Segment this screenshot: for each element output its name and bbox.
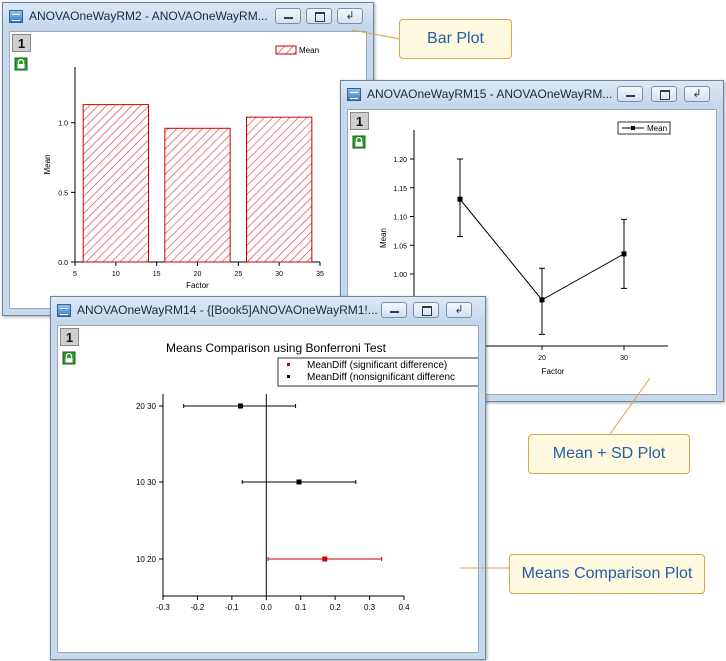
y-tick-label: 1.05: [393, 243, 407, 250]
means-comparison-titlebar[interactable]: ANOVAOneWayRM14 - {[Book5]ANOVAOneWayRM1…: [51, 297, 485, 325]
x-tick-label: 5: [73, 271, 77, 278]
y-tick-label: 10 30: [136, 478, 157, 487]
y-axis-label: Mean: [379, 228, 388, 248]
legend-label: Mean: [299, 46, 319, 55]
minimize-button[interactable]: [617, 86, 643, 102]
bar-chart: 5 10 15 20 25 30 35 0.0 0.5 1.0 Factor Mean Mean: [43, 45, 324, 290]
restore-button[interactable]: ↲: [337, 8, 363, 24]
bar: [82, 104, 149, 263]
legend-label: Mean: [647, 124, 667, 133]
minimize-button[interactable]: [275, 8, 301, 24]
means-comparison-window[interactable]: ANOVAOneWayRM14 - {[Book5]ANOVAOneWayRM1…: [50, 296, 486, 660]
legend-label-significant: MeanDiff (significant difference): [307, 360, 447, 371]
mean-sd-plot-callout: Mean + SD Plot: [528, 434, 690, 474]
x-tick-label: 15: [153, 271, 161, 278]
x-tick-label: 0.3: [364, 603, 376, 612]
graph-window-icon: [9, 10, 23, 23]
means-comparison-callout: Means Comparison Plot: [509, 554, 705, 594]
x-tick-label: 30: [620, 355, 628, 362]
y-tick-label: 1.0: [58, 121, 68, 128]
bar: [246, 116, 313, 263]
mean-sd-plot-window-title: ANOVAOneWayRM15 - ANOVAOneWayRM...: [367, 87, 613, 101]
data-point: [621, 251, 627, 257]
x-tick-label: -0.1: [225, 603, 239, 612]
y-tick-label: 1.00: [393, 272, 407, 279]
data-point: [457, 196, 463, 202]
bar-plot-callout: Bar Plot: [399, 19, 512, 59]
legend-marker-nonsignificant: [287, 375, 290, 378]
y-tick-label: 0.0: [58, 260, 68, 267]
bar-plot-graph-page[interactable]: 1 5 10 15 20 25 30 35 0.0 0.5 1.0 Factor Mean Mean: [9, 31, 367, 309]
x-tick-label: -0.3: [156, 603, 170, 612]
chart-title: Means Comparison using Bonferroni Test: [166, 341, 387, 355]
x-tick-label: 20: [194, 271, 202, 278]
x-tick-label: 0.0: [261, 603, 273, 612]
restore-button[interactable]: ↲: [684, 86, 710, 102]
bar-plot-window[interactable]: ANOVAOneWayRM2 - ANOVAOneWayRM... ↲ 1 51…: [2, 2, 374, 316]
y-axis-label: Mean: [43, 154, 52, 174]
x-axis-label: Factor: [186, 281, 209, 290]
maximize-button[interactable]: [306, 8, 332, 24]
maximize-button[interactable]: [413, 302, 439, 318]
y-tick-label: 1.10: [393, 215, 407, 222]
legend-label-nonsignificant: MeanDiff (nonsignificant differenc: [307, 372, 455, 383]
means-comparison-window-title: ANOVAOneWayRM14 - {[Book5]ANOVAOneWayRM1…: [77, 303, 378, 317]
x-tick-label: 25: [234, 271, 242, 278]
x-tick-label: 0.4: [398, 603, 410, 612]
bar-plot-titlebar[interactable]: ANOVAOneWayRM2 - ANOVAOneWayRM... ↲: [3, 3, 373, 31]
bar: [164, 127, 231, 263]
x-tick-label: 35: [316, 271, 324, 278]
means-comparison-chart: Means Comparison using Bonferroni Test -0…: [136, 341, 478, 612]
mean-difference-point: [322, 556, 328, 562]
y-tick-label: 0.5: [58, 190, 68, 197]
x-tick-label: 0.1: [295, 603, 307, 612]
legend-swatch: [275, 45, 297, 55]
graph-window-icon: [347, 88, 361, 101]
maximize-button[interactable]: [651, 86, 677, 102]
bar-plot-window-title: ANOVAOneWayRM2 - ANOVAOneWayRM...: [29, 9, 268, 23]
y-tick-label: 10 20: [136, 555, 157, 564]
mean-sd-plot-titlebar[interactable]: ANOVAOneWayRM15 - ANOVAOneWayRM... ↲: [341, 81, 723, 109]
y-tick-label: 1.15: [393, 186, 407, 193]
y-tick-label: 20 30: [136, 402, 157, 411]
legend-marker-significant: [287, 363, 290, 366]
y-tick-label: 1.20: [393, 157, 407, 164]
restore-button[interactable]: ↲: [446, 302, 472, 318]
x-tick-label: 10: [112, 271, 120, 278]
data-point: [539, 297, 545, 303]
x-tick-label: 20: [538, 355, 546, 362]
mean-difference-point: [237, 403, 243, 409]
legend-marker: [631, 126, 635, 130]
x-tick-label: 30: [275, 271, 283, 278]
mean-difference-point: [296, 479, 302, 485]
means-comparison-graph-page[interactable]: 1 Means Comparison using Bonferroni Test…: [57, 325, 479, 653]
minimize-button[interactable]: [381, 302, 407, 318]
x-axis-label: Factor: [542, 367, 565, 376]
x-tick-label: 0.2: [330, 603, 342, 612]
x-tick-label: -0.2: [191, 603, 205, 612]
graph-window-icon: [57, 304, 71, 317]
